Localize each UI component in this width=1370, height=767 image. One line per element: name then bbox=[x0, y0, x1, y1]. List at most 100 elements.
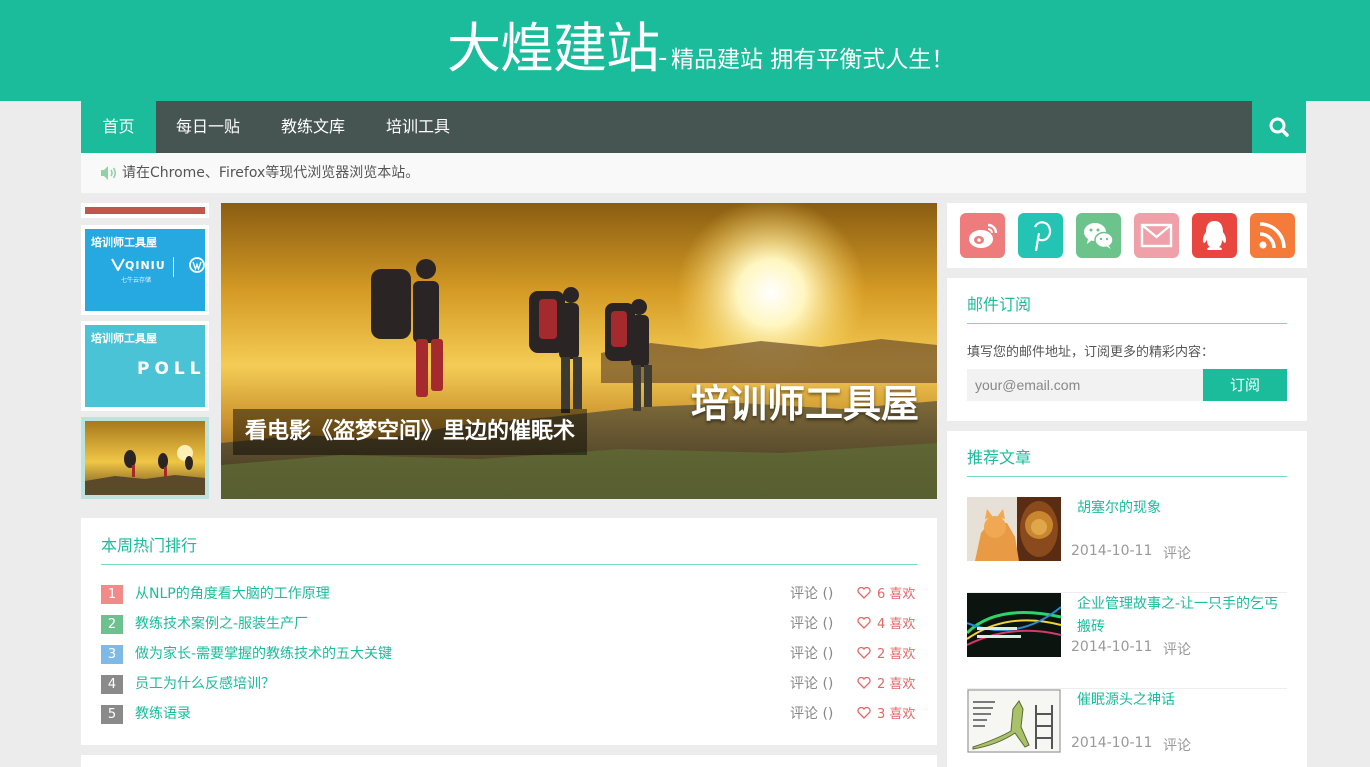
featured-slider[interactable]: 培训师工具屋 看电影《盗梦空间》里边的催眠术 bbox=[221, 203, 937, 499]
thumbnail-label: 培训师工具屋 bbox=[91, 332, 157, 345]
rank-badge: 3 bbox=[101, 645, 123, 664]
main-nav: 首页 每日一贴 教练文库 培训工具 bbox=[81, 101, 1306, 153]
recommended-article-link[interactable]: 催眠源头之神话 bbox=[1077, 689, 1287, 712]
wechat-icon bbox=[1084, 223, 1114, 249]
nav-item-training-tools[interactable]: 培训工具 bbox=[373, 101, 463, 153]
divider bbox=[101, 564, 917, 565]
rank-badge: 2 bbox=[101, 615, 123, 634]
like-button[interactable]: 2 喜欢 bbox=[857, 675, 915, 694]
email-subscribe-box: 邮件订阅 填写您的邮件地址，订阅更多的精彩内容： 订阅 bbox=[947, 278, 1307, 421]
comment-link[interactable]: 评论 () bbox=[790, 645, 833, 664]
email-button[interactable] bbox=[1134, 213, 1179, 258]
comment-link[interactable]: 评论 bbox=[1163, 735, 1191, 755]
hot-list-item: 3 做为家长-需要掌握的教练技术的五大关键 评论 () 2 喜欢 bbox=[101, 645, 917, 667]
light-streaks-image bbox=[967, 593, 1061, 657]
weibo-icon bbox=[969, 223, 998, 248]
kangaroo-cartoon-image bbox=[967, 689, 1061, 753]
like-count: 2 喜欢 bbox=[877, 677, 916, 692]
article-thumbnail[interactable] bbox=[967, 689, 1061, 753]
article-date: 2014-10-11 bbox=[1071, 639, 1153, 655]
rank-badge: 1 bbox=[101, 585, 123, 604]
site-tagline: 精品建站 拥有平衡式人生！ bbox=[671, 47, 955, 73]
heart-icon bbox=[857, 617, 871, 629]
thumbnail-brand: QINIU bbox=[125, 259, 166, 272]
comment-link[interactable]: 评论 () bbox=[790, 705, 833, 724]
like-button[interactable]: 2 喜欢 bbox=[857, 645, 915, 664]
subscribe-title: 邮件订阅 bbox=[967, 295, 1032, 314]
hot-article-link[interactable]: 教练语录 bbox=[135, 705, 191, 724]
heart-icon bbox=[857, 707, 871, 719]
heart-icon bbox=[857, 647, 871, 659]
recommended-title: 推荐文章 bbox=[967, 448, 1032, 467]
hot-article-link[interactable]: 教练技术案例之-服装生产厂 bbox=[135, 615, 308, 634]
mail-icon bbox=[1140, 223, 1173, 248]
subscribe-description: 填写您的邮件地址，订阅更多的精彩内容： bbox=[967, 345, 1215, 360]
thumbnail-brand: POLL bbox=[137, 359, 205, 379]
next-content-box bbox=[81, 755, 937, 767]
thumbnail-divider bbox=[173, 257, 174, 277]
wordpress-logo-icon bbox=[189, 257, 205, 273]
slider-thumbnail-active[interactable] bbox=[81, 417, 209, 499]
notice-bar: 请在Chrome、Firefox等现代浏览器浏览本站。 bbox=[81, 153, 1306, 193]
slider-thumbnail[interactable]: 培训师工具屋 POLL bbox=[81, 321, 209, 411]
rank-badge: 5 bbox=[101, 705, 123, 724]
qiniu-logo-icon bbox=[111, 258, 125, 271]
recommended-articles-box: 推荐文章 胡塞尔的现象 2014-10-11 评论 企业管理故事之-让一只手的乞… bbox=[947, 431, 1307, 767]
slider-brand-text: 培训师工具屋 bbox=[690, 382, 919, 426]
notice-text: 请在Chrome、Firefox等现代浏览器浏览本站。 bbox=[122, 165, 420, 181]
comment-link[interactable]: 评论 bbox=[1163, 543, 1191, 563]
slider-thumbnail-partial[interactable] bbox=[81, 203, 209, 218]
qq-icon bbox=[1202, 221, 1227, 250]
slider-caption[interactable]: 看电影《盗梦空间》里边的催眠术 bbox=[233, 409, 588, 455]
hot-list-item: 2 教练技术案例之-服装生产厂 评论 () 4 喜欢 bbox=[101, 615, 917, 637]
comment-link[interactable]: 评论 bbox=[1163, 639, 1191, 659]
subscribe-button[interactable]: 订阅 bbox=[1203, 369, 1287, 401]
speaker-icon bbox=[101, 166, 117, 180]
pinterest-button[interactable] bbox=[1018, 213, 1063, 258]
comment-link[interactable]: 评论 () bbox=[790, 585, 833, 604]
like-button[interactable]: 3 喜欢 bbox=[857, 705, 915, 724]
article-thumbnail[interactable] bbox=[967, 593, 1061, 657]
recommended-article-link[interactable]: 企业管理故事之-让一只手的乞丐搬砖 bbox=[1077, 593, 1287, 639]
title-separator: - bbox=[658, 43, 668, 73]
wechat-button[interactable] bbox=[1076, 213, 1121, 258]
rank-badge: 4 bbox=[101, 675, 123, 694]
rss-button[interactable] bbox=[1250, 213, 1295, 258]
thumbnail-brand-sub: 七牛云存储 bbox=[121, 277, 152, 284]
nav-item-coach-library[interactable]: 教练文库 bbox=[268, 101, 358, 153]
hot-list-item: 5 教练语录 评论 () 3 喜欢 bbox=[101, 705, 917, 727]
like-count: 3 喜欢 bbox=[877, 707, 916, 722]
email-field[interactable] bbox=[967, 369, 1203, 401]
search-icon bbox=[1269, 117, 1289, 137]
like-button[interactable]: 4 喜欢 bbox=[857, 615, 915, 634]
thumbnail-label: 培训师工具屋 bbox=[91, 236, 157, 249]
search-button[interactable] bbox=[1252, 101, 1306, 153]
hot-title: 本周热门排行 bbox=[101, 536, 198, 555]
heart-icon bbox=[857, 677, 871, 689]
comment-link[interactable]: 评论 () bbox=[790, 675, 833, 694]
article-thumbnail[interactable] bbox=[967, 497, 1061, 561]
hot-article-link[interactable]: 员工为什么反感培训？ bbox=[135, 675, 275, 694]
site-header: 大煌建站 - 精品建站 拥有平衡式人生！ bbox=[0, 0, 1370, 101]
qq-button[interactable] bbox=[1192, 213, 1237, 258]
hikers-thumbnail-image bbox=[85, 421, 205, 495]
hot-list-item: 1 从NLP的角度看大脑的工作原理 评论 () 6 喜欢 bbox=[101, 585, 917, 607]
weibo-button[interactable] bbox=[960, 213, 1005, 258]
recommended-article: 胡塞尔的现象 2014-10-11 评论 bbox=[967, 497, 1287, 593]
comment-link[interactable]: 评论 () bbox=[790, 615, 833, 634]
nav-item-daily-post[interactable]: 每日一贴 bbox=[163, 101, 253, 153]
article-date: 2014-10-11 bbox=[1071, 543, 1153, 559]
hot-article-link[interactable]: 做为家长-需要掌握的教练技术的五大关键 bbox=[135, 645, 392, 664]
site-title[interactable]: 大煌建站 bbox=[447, 14, 660, 84]
recommended-article-link[interactable]: 胡塞尔的现象 bbox=[1077, 497, 1287, 520]
article-date: 2014-10-11 bbox=[1071, 735, 1153, 751]
pinterest-icon bbox=[1034, 221, 1052, 252]
recommended-article: 催眠源头之神话 2014-10-11 评论 bbox=[967, 689, 1287, 767]
rss-icon bbox=[1259, 222, 1286, 249]
heart-icon bbox=[857, 587, 871, 599]
like-count: 4 喜欢 bbox=[877, 617, 916, 632]
hot-article-link[interactable]: 从NLP的角度看大脑的工作原理 bbox=[135, 585, 330, 604]
slider-thumbnail[interactable]: 培训师工具屋 QINIU 七牛云存储 bbox=[81, 225, 209, 315]
like-button[interactable]: 6 喜欢 bbox=[857, 585, 915, 604]
nav-item-home[interactable]: 首页 bbox=[81, 101, 156, 153]
